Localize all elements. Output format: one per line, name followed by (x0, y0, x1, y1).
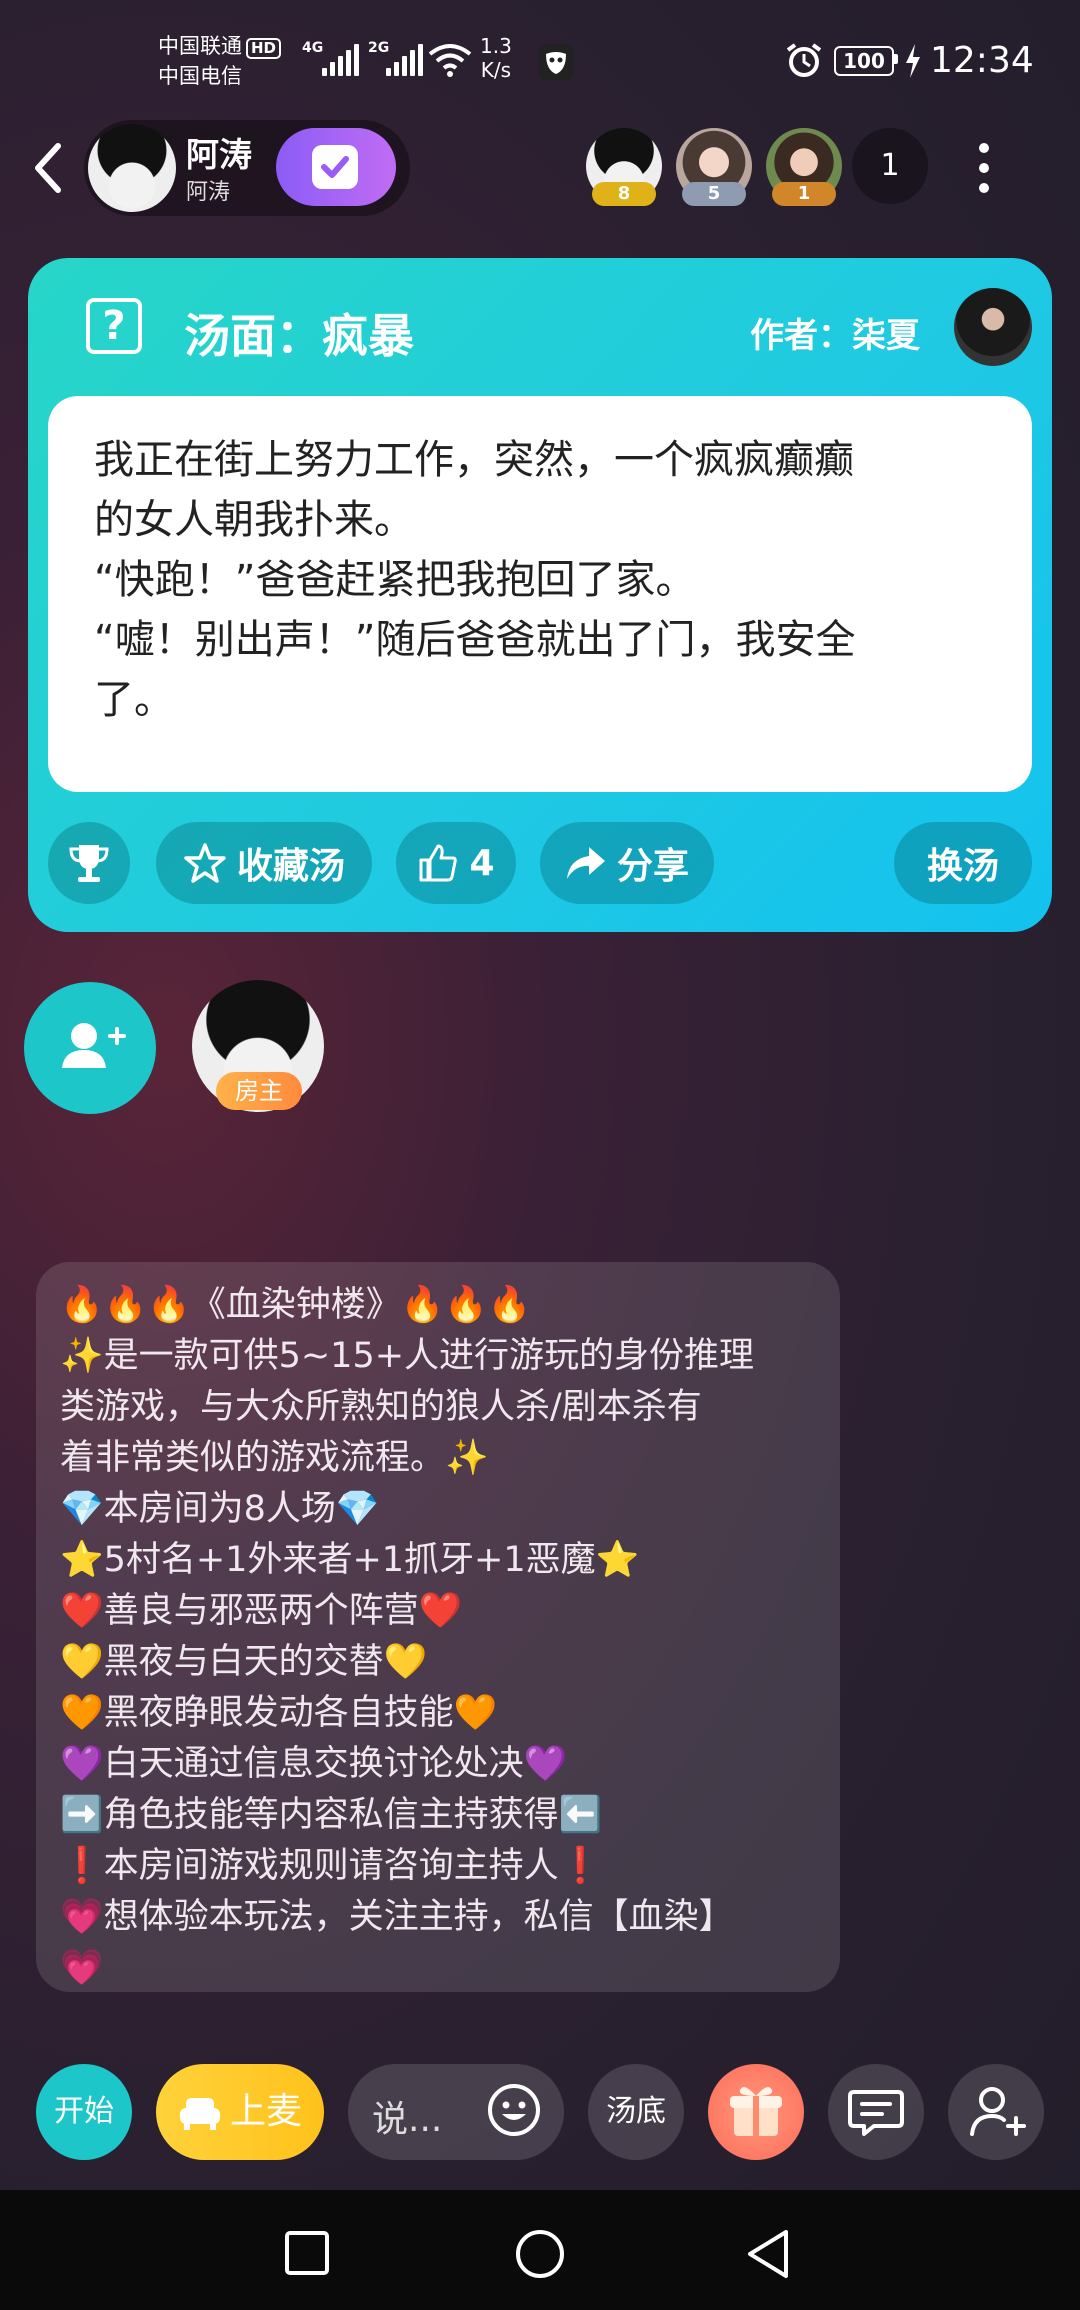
like-button[interactable]: 4 (396, 822, 516, 904)
trophy-button[interactable] (48, 822, 130, 904)
charging-icon (906, 44, 920, 78)
back-arrow-icon[interactable] (28, 140, 68, 196)
alarm-icon (786, 43, 822, 77)
home-circle-icon[interactable] (514, 2228, 566, 2280)
host-badge: 房主 (216, 1072, 302, 1110)
soup-story: 我正在街上努力工作，突然，一个疯疯癫癫 的女人朝我扑来。 “快跑！”爸爸赶紧把我… (94, 437, 856, 723)
sofa-icon (179, 2098, 220, 2130)
soup-base-button[interactable]: 汤底 (588, 2064, 684, 2160)
gift-icon (730, 2087, 782, 2136)
messages-button[interactable] (828, 2064, 924, 2160)
chat-bubble-icon (848, 2090, 904, 2136)
viewer-badge-2: 5 (682, 182, 746, 206)
add-user-icon (62, 1023, 126, 1068)
star-icon (184, 843, 226, 883)
viewer-badge-3: 1 (772, 182, 836, 206)
owner-subtitle: 阿涛 (186, 180, 231, 205)
signal-bars-icon (322, 42, 359, 76)
join-mic-button[interactable]: 上麦 (156, 2064, 324, 2160)
viewer-badge-1: 8 (592, 182, 656, 206)
question-icon: ? (86, 298, 142, 354)
soup-author: 作者：柒夏 (750, 316, 920, 356)
soup-title: 汤面：疯暴 (184, 309, 414, 363)
system-nav-bar (0, 2190, 1080, 2310)
collect-label: 收藏汤 (236, 846, 345, 887)
carrier-1: 中国联通 HD (158, 32, 282, 60)
battery-tip (894, 54, 898, 64)
add-seat-button[interactable] (24, 982, 156, 1114)
signal-bars-2-icon (386, 42, 423, 76)
net-speed: 1.3 K/s (480, 34, 512, 82)
room-rules-text: 🔥🔥🔥《血染钟楼》🔥🔥🔥 ✨是一款可供5~15+人进行游玩的身份推理 类游戏，与… (60, 1285, 755, 1988)
trophy-icon (69, 845, 109, 882)
author-avatar[interactable] (954, 288, 1032, 366)
start-game-button[interactable]: 开始 (36, 2064, 132, 2160)
status-time: 12:34 (930, 40, 1034, 81)
chat-input-placeholder: 说... (372, 2099, 443, 2140)
signal-4g-label: 4G (302, 40, 324, 56)
more-options-icon[interactable] (972, 140, 996, 196)
emoji-icon[interactable] (486, 2082, 542, 2138)
like-count: 4 (469, 842, 495, 884)
recents-square-icon[interactable] (284, 2230, 330, 2276)
back-triangle-icon[interactable] (744, 2228, 792, 2280)
gift-button[interactable] (708, 2064, 804, 2160)
thumbs-up-icon (419, 844, 458, 882)
checkin-button[interactable] (276, 128, 396, 206)
mic-label: 上麦 (229, 2091, 302, 2132)
invite-user-icon (970, 2087, 1026, 2136)
wifi-icon (428, 44, 472, 77)
collect-soup-button[interactable]: 收藏汤 (156, 822, 372, 904)
owner-name: 阿涛 (186, 135, 252, 174)
hd-badge: HD (246, 38, 282, 59)
viewer-count[interactable]: 1 (852, 128, 928, 204)
share-arrow-icon (566, 847, 605, 879)
battery-indicator: 100 (834, 46, 894, 76)
carrier-2: 中国电信 (158, 64, 242, 88)
invite-user-button[interactable] (948, 2064, 1044, 2160)
swap-soup-button[interactable]: 换汤 (894, 822, 1032, 904)
share-label: 分享 (616, 846, 689, 887)
share-button[interactable]: 分享 (540, 822, 714, 904)
mask-app-icon (538, 44, 574, 80)
owner-avatar[interactable] (88, 124, 176, 212)
calendar-check-icon (312, 145, 358, 189)
